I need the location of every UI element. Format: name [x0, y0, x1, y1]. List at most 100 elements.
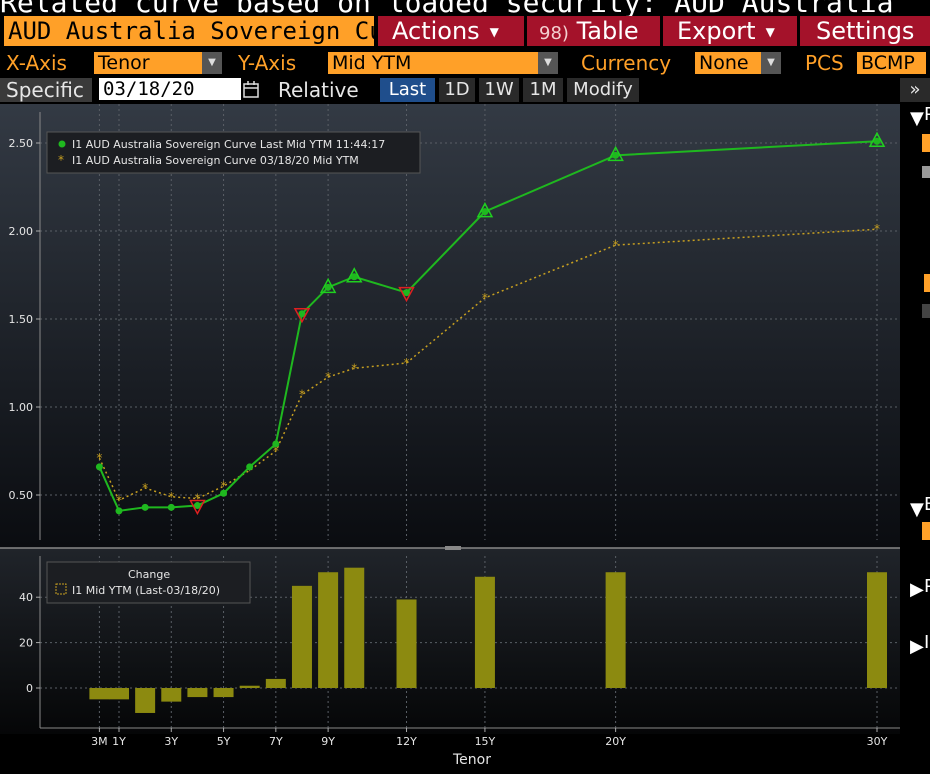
historical-point: * [325, 370, 331, 384]
actions-label: Actions [392, 17, 480, 45]
historical-point: * [96, 451, 102, 465]
calendar-icon[interactable] [243, 80, 261, 100]
divider-grip-icon[interactable] [445, 546, 461, 550]
currency-select[interactable]: None [695, 52, 761, 74]
live-point [220, 489, 228, 497]
side-panel: ▼ P ▼ B ▶ P ▶ I [902, 104, 930, 770]
side-orange-field[interactable] [922, 522, 930, 540]
ytick-label: 0 [26, 682, 33, 695]
actions-button[interactable]: Actions ▼ [378, 16, 524, 46]
xtick-label: 1Y [112, 735, 126, 748]
context-banner: Related curve based on loaded security: … [0, 0, 930, 16]
change-bar [474, 576, 495, 688]
change-bar [109, 688, 129, 700]
side-checkbox[interactable] [922, 166, 930, 178]
xtick-label: 7Y [269, 735, 283, 748]
ytick-label: 1.00 [9, 401, 34, 414]
banner-text: Related curve based on loaded security: … [0, 0, 893, 16]
export-button[interactable]: Export ▼ [663, 16, 797, 46]
tab-1m[interactable]: 1M [523, 78, 563, 102]
side-panel-arrow-icon[interactable]: ▶ [910, 636, 924, 657]
side-label-4: I [924, 632, 930, 653]
xtick-label: 30Y [867, 735, 888, 748]
chevron-down-icon: ▼ [765, 25, 775, 39]
xaxis-label: X-Axis [6, 51, 67, 75]
date-input[interactable]: 03/18/20 [99, 78, 241, 100]
live-point [95, 463, 103, 471]
side-panel-arrow-icon[interactable]: ▼ [910, 108, 924, 129]
tab-1w[interactable]: 1W [479, 78, 519, 102]
live-point [167, 503, 175, 511]
historical-point: * [168, 490, 174, 504]
chart-area: 0.50 1.00 1.50 2.00 2.50 0 20 40 3M 1Y 3Y 5Y 7Y 9Y 1… [0, 104, 900, 770]
tab-modify[interactable]: Modify [567, 78, 639, 102]
xtick-label: 9Y [321, 735, 335, 748]
settings-button[interactable]: Settings [800, 16, 930, 46]
historical-point: * [351, 361, 357, 375]
legend-live-marker [58, 140, 66, 148]
yaxis-select[interactable]: Mid YTM [328, 52, 538, 74]
historical-point: * [404, 356, 410, 370]
specific-label: Specific [0, 78, 92, 102]
legend-hist-marker: * [58, 153, 64, 167]
ytick-label: 20 [19, 637, 33, 650]
currency-dropdown-icon[interactable]: ▼ [761, 52, 781, 74]
change-bar [187, 688, 208, 698]
historical-point: * [613, 238, 619, 252]
ytick-label: 1.50 [9, 313, 34, 326]
legend-hist-label: I1 AUD Australia Sovereign Curve 03/18/2… [72, 154, 359, 167]
change-bar [867, 572, 887, 688]
legend-live-label: I1 AUD Australia Sovereign Curve Last Mi… [72, 138, 385, 151]
historical-point: * [299, 388, 305, 402]
xtick-label: 5Y [217, 735, 231, 748]
currency-label: Currency [581, 51, 672, 75]
change-bar [318, 572, 339, 688]
ytick-label: 0.50 [9, 489, 34, 502]
live-point [115, 507, 123, 515]
xtick-label: 3Y [164, 735, 178, 748]
side-label-2: B [924, 494, 930, 515]
tab-last[interactable]: Last [380, 78, 435, 102]
xaxis-select[interactable]: Tenor [94, 52, 202, 74]
change-bar [291, 585, 312, 688]
change-bar [605, 572, 626, 688]
ytick-label: 2.00 [9, 225, 34, 238]
xtick-label: 15Y [475, 735, 496, 748]
expand-panel-button[interactable]: » [900, 78, 930, 102]
xtick-label: 3M [91, 735, 108, 748]
tab-1d[interactable]: 1D [439, 78, 475, 102]
change-bar [89, 688, 110, 700]
change-bar [213, 688, 234, 698]
ytick-label: 2.50 [9, 137, 34, 150]
security-field[interactable]: AUD Australia Sovereign Cu [4, 16, 374, 46]
yaxis-dropdown-icon[interactable]: ▼ [538, 52, 558, 74]
bottom-legend-title: Change [128, 568, 170, 581]
curve-chart[interactable]: 0.50 1.00 1.50 2.00 2.50 0 20 40 3M 1Y 3Y 5Y 7Y 9Y 1… [0, 104, 900, 770]
main-toolbar: AUD Australia Sovereign Cu Actions ▼ 98) … [0, 16, 930, 48]
side-label-1: P [924, 104, 930, 125]
table-label: Table [576, 17, 639, 45]
pcs-field[interactable]: BCMP [857, 52, 926, 74]
change-bar [161, 688, 182, 702]
xaxis-dropdown-icon[interactable]: ▼ [202, 52, 222, 74]
side-label-3: P [924, 576, 930, 597]
axis-settings-bar: X-Axis Tenor ▼ Y-Axis Mid YTM ▼ Currency… [0, 50, 930, 76]
side-orange-field[interactable] [922, 134, 930, 152]
xaxis-title: Tenor [452, 752, 491, 768]
side-panel-arrow-icon[interactable]: ▼ [910, 499, 924, 520]
bottom-legend[interactable]: Change I1 Mid YTM (Last-03/18/20) [46, 561, 251, 604]
side-panel-arrow-icon[interactable]: ▶ [910, 579, 924, 600]
historical-point: * [142, 481, 148, 495]
live-point [141, 503, 149, 511]
relative-label: Relative [278, 78, 359, 102]
side-gray-box[interactable] [922, 304, 930, 318]
table-shortcut: 98) [539, 23, 569, 44]
xtick-label: 12Y [396, 735, 417, 748]
settings-label: Settings [816, 17, 915, 45]
side-orange-mark [924, 274, 930, 292]
table-button[interactable]: 98) Table [527, 16, 660, 46]
export-label: Export [677, 17, 756, 45]
chevron-down-icon: ▼ [489, 25, 499, 39]
top-legend[interactable]: I1 AUD Australia Sovereign Curve Last Mi… [46, 131, 421, 174]
live-point [246, 463, 254, 471]
